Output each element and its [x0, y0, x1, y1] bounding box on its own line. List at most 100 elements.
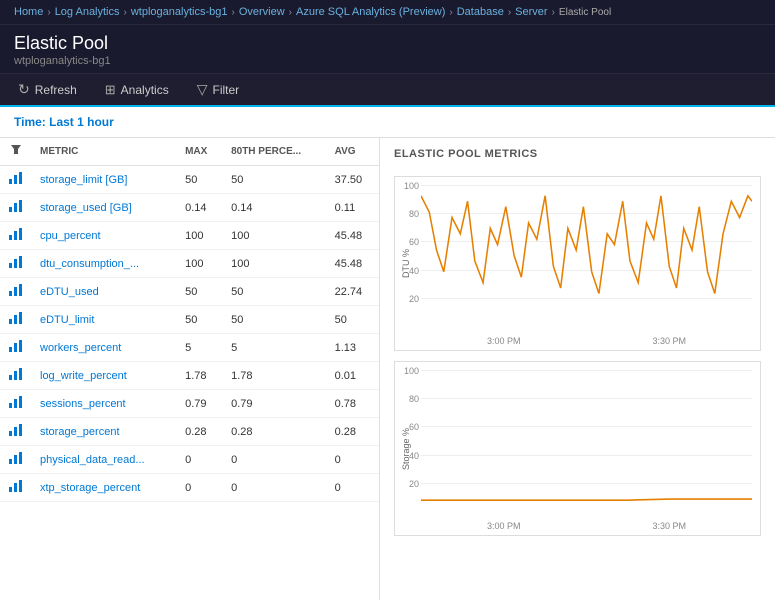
row-p80: 0	[223, 446, 327, 474]
row-metric: eDTU_limit	[32, 306, 177, 334]
time-bar: Time: Last 1 hour	[0, 107, 775, 138]
refresh-label: Refresh	[35, 83, 77, 97]
row-icon	[0, 334, 32, 362]
storage-chart: Storage % 100 80 60 40 20	[394, 361, 761, 536]
filter-icon: ▽	[197, 81, 208, 98]
refresh-button[interactable]: ↻ Refresh	[14, 79, 81, 100]
table-row[interactable]: storage_limit [GB]505037.50	[0, 166, 379, 194]
table-row[interactable]: log_write_percent1.781.780.01	[0, 362, 379, 390]
row-p80: 5	[223, 334, 327, 362]
row-icon	[0, 194, 32, 222]
storage-chart-area: 100 80 60 40 20 3:00 PM 3:30 PM	[417, 362, 760, 535]
table-row[interactable]: physical_data_read...000	[0, 446, 379, 474]
page-subtitle: wtploganalytics-bg1	[14, 55, 761, 67]
row-avg: 1.13	[327, 334, 379, 362]
table-row[interactable]: eDTU_used505022.74	[0, 278, 379, 306]
row-max: 100	[177, 222, 223, 250]
row-p80: 1.78	[223, 362, 327, 390]
row-max: 50	[177, 306, 223, 334]
filter-button[interactable]: ▽ Filter	[193, 79, 243, 100]
row-avg: 0.28	[327, 418, 379, 446]
dtu-line-chart	[421, 185, 752, 326]
row-p80: 50	[223, 166, 327, 194]
left-panel: METRIC MAX 80TH PERCE... AVG storage_lim…	[0, 138, 380, 600]
row-p80: 100	[223, 250, 327, 278]
row-icon	[0, 418, 32, 446]
metrics-table: METRIC MAX 80TH PERCE... AVG storage_lim…	[0, 138, 379, 502]
row-avg: 0	[327, 446, 379, 474]
row-icon	[0, 390, 32, 418]
storage-line-chart	[421, 370, 752, 511]
table-row[interactable]: eDTU_limit505050	[0, 306, 379, 334]
row-metric: xtp_storage_percent	[32, 474, 177, 502]
row-avg: 0.01	[327, 362, 379, 390]
table-row[interactable]: cpu_percent10010045.48	[0, 222, 379, 250]
table-row[interactable]: storage_used [GB]0.140.140.11	[0, 194, 379, 222]
row-icon	[0, 306, 32, 334]
breadcrumb-log-analytics[interactable]: Log Analytics	[55, 6, 120, 18]
row-p80: 100	[223, 222, 327, 250]
row-p80: 0.28	[223, 418, 327, 446]
row-metric: eDTU_used	[32, 278, 177, 306]
row-max: 50	[177, 278, 223, 306]
row-metric: log_write_percent	[32, 362, 177, 390]
row-metric: workers_percent	[32, 334, 177, 362]
time-range-label: Time: Last 1 hour	[14, 115, 114, 129]
table-row[interactable]: workers_percent551.13	[0, 334, 379, 362]
row-metric: sessions_percent	[32, 390, 177, 418]
row-p80: 0.79	[223, 390, 327, 418]
row-metric: dtu_consumption_...	[32, 250, 177, 278]
storage-x-labels: 3:00 PM 3:30 PM	[421, 521, 752, 531]
breadcrumb-current: Elastic Pool	[559, 7, 611, 18]
page-header: Elastic Pool wtploganalytics-bg1	[0, 25, 775, 73]
col-max-header: MAX	[177, 138, 223, 166]
row-icon	[0, 362, 32, 390]
col-metric-header: METRIC	[32, 138, 177, 166]
row-max: 100	[177, 250, 223, 278]
row-avg: 37.50	[327, 166, 379, 194]
row-metric: cpu_percent	[32, 222, 177, 250]
table-row[interactable]: storage_percent0.280.280.28	[0, 418, 379, 446]
table-row[interactable]: sessions_percent0.790.790.78	[0, 390, 379, 418]
toolbar: ↻ Refresh ⊞ Analytics ▽ Filter	[0, 73, 775, 107]
row-icon	[0, 250, 32, 278]
row-avg: 0	[327, 474, 379, 502]
row-p80: 50	[223, 278, 327, 306]
row-max: 1.78	[177, 362, 223, 390]
row-max: 0.14	[177, 194, 223, 222]
analytics-label: Analytics	[121, 83, 169, 97]
row-p80: 0.14	[223, 194, 327, 222]
row-icon	[0, 446, 32, 474]
breadcrumb-home[interactable]: Home	[14, 6, 43, 18]
row-icon	[0, 474, 32, 502]
breadcrumb-server[interactable]: Server	[515, 6, 547, 18]
page-title: Elastic Pool	[14, 33, 761, 54]
row-max: 0.28	[177, 418, 223, 446]
right-panel: ELASTIC POOL METRICS DTU % 100 80 60 40 …	[380, 138, 775, 600]
col-p80-header: 80TH PERCE...	[223, 138, 327, 166]
row-avg: 0.11	[327, 194, 379, 222]
row-avg: 22.74	[327, 278, 379, 306]
row-max: 0.79	[177, 390, 223, 418]
refresh-icon: ↻	[18, 81, 30, 98]
breadcrumb-workspace[interactable]: wtploganalytics-bg1	[131, 6, 228, 18]
table-row[interactable]: xtp_storage_percent000	[0, 474, 379, 502]
row-avg: 0.78	[327, 390, 379, 418]
row-metric: storage_used [GB]	[32, 194, 177, 222]
row-max: 5	[177, 334, 223, 362]
breadcrumb-sql-analytics[interactable]: Azure SQL Analytics (Preview)	[296, 6, 445, 18]
col-icon-header	[0, 138, 32, 166]
dtu-chart: DTU % 100 80 60 40 20	[394, 176, 761, 351]
filter-label: Filter	[212, 83, 239, 97]
row-icon	[0, 278, 32, 306]
analytics-button[interactable]: ⊞ Analytics	[101, 80, 173, 100]
analytics-icon: ⊞	[105, 82, 116, 98]
breadcrumb-overview[interactable]: Overview	[239, 6, 285, 18]
row-metric: storage_percent	[32, 418, 177, 446]
table-row[interactable]: dtu_consumption_...10010045.48	[0, 250, 379, 278]
row-metric: storage_limit [GB]	[32, 166, 177, 194]
row-max: 50	[177, 166, 223, 194]
breadcrumb-database[interactable]: Database	[457, 6, 504, 18]
row-metric: physical_data_read...	[32, 446, 177, 474]
row-max: 0	[177, 474, 223, 502]
